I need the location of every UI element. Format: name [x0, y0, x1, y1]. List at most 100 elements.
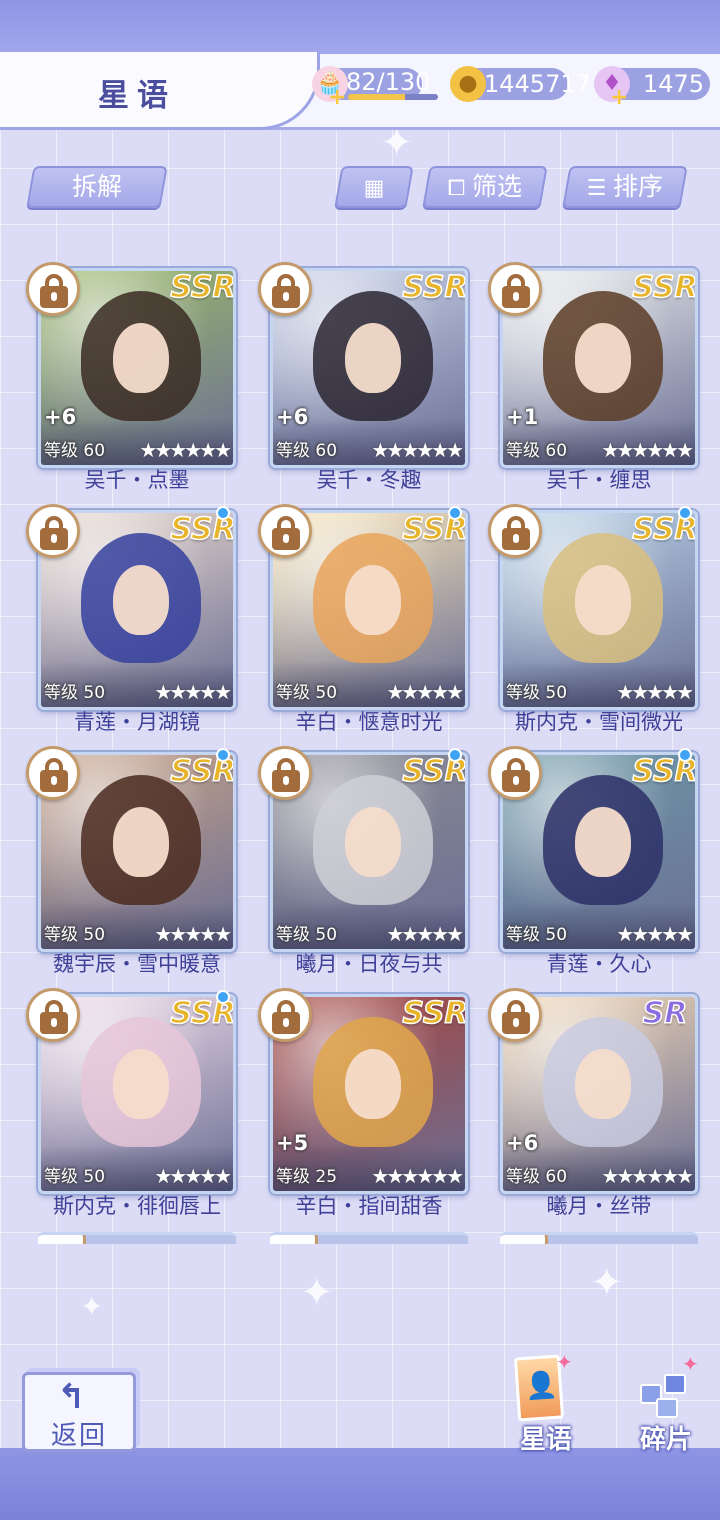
filter-label: 筛选 — [471, 172, 522, 201]
sparkle-decoration: ✦ — [590, 1260, 624, 1306]
plus-icon: + — [610, 85, 629, 110]
lock-icon[interactable] — [26, 262, 80, 316]
lock-icon — [270, 1235, 318, 1244]
stamina-counter[interactable]: 🧁 + 82/130 — [312, 66, 438, 110]
rarity-badge: SR — [642, 996, 688, 1031]
star-rating: ★★★★★ — [154, 1164, 232, 1188]
sparkle-decoration: ✦ — [80, 1290, 104, 1323]
coin-counter: ● 1445717 — [450, 66, 591, 102]
coin-value: 1445717 — [484, 70, 591, 98]
card-name: 吴千・缠思 — [546, 468, 652, 492]
grid-icon: ▦ — [363, 176, 385, 201]
card-level: 等级 50 — [44, 683, 106, 703]
card-level: 等级 60 — [44, 441, 106, 461]
lock-icon[interactable] — [488, 262, 542, 316]
card-name: 辛白・惬意时光 — [295, 710, 443, 734]
grid-view-button[interactable]: ▦ — [334, 166, 414, 208]
sort-label: 排序 — [612, 172, 663, 201]
lock-icon[interactable] — [258, 988, 312, 1042]
sparkle-decoration: ✦ — [300, 1270, 334, 1316]
lock-icon — [500, 1235, 548, 1244]
disassemble-label: 拆解 — [71, 172, 122, 201]
character-face — [575, 565, 631, 635]
card-level: 等级 50 — [44, 1167, 106, 1187]
back-label: 返回 — [50, 1421, 107, 1451]
character-face — [345, 565, 401, 635]
sparkle-icon: ✦ — [556, 1350, 573, 1374]
lock-icon[interactable] — [488, 988, 542, 1042]
lock-icon — [38, 1235, 86, 1244]
new-indicator-dot — [678, 748, 692, 762]
footer — [0, 1448, 720, 1520]
upgrade-level: +5 — [276, 1131, 309, 1155]
new-indicator-dot — [216, 506, 230, 520]
star-rating: ★★★★★★ — [371, 1164, 464, 1188]
card-name: 辛白・指间甜香 — [295, 1194, 443, 1218]
character-face — [575, 807, 631, 877]
character-face — [345, 1049, 401, 1119]
sort-button[interactable]: ☰ 排序 — [562, 166, 688, 208]
rarity-badge: SSR — [632, 270, 698, 305]
diamond-counter[interactable]: ♦ + 1475 — [594, 66, 710, 110]
upgrade-level: +6 — [506, 1131, 539, 1155]
card-name: 曦月・日夜与共 — [295, 952, 443, 976]
character-face — [345, 323, 401, 393]
card-name: 青莲・久心 — [546, 952, 652, 976]
card-partial[interactable] — [270, 1232, 468, 1244]
card-level: 等级 50 — [276, 683, 338, 703]
card-level: 等级 25 — [276, 1167, 338, 1187]
upgrade-level: +1 — [506, 405, 539, 429]
card-level: 等级 60 — [506, 1167, 568, 1187]
lock-icon[interactable] — [26, 746, 80, 800]
new-indicator-dot — [448, 748, 462, 762]
nav-fragments[interactable]: ✦ 碎片 — [626, 1352, 706, 1456]
card-name: 斯内克・雪间微光 — [515, 710, 683, 734]
disassemble-button[interactable]: 拆解 — [26, 166, 168, 208]
card-name: 青莲・月湖镜 — [74, 710, 200, 734]
diamond-value: 1475 — [642, 70, 704, 98]
plus-icon: + — [328, 85, 347, 110]
nav-cards[interactable]: ✦ 星语 — [506, 1350, 586, 1456]
lock-icon[interactable] — [26, 988, 80, 1042]
nav-fragments-label: 碎片 — [639, 1425, 692, 1455]
star-rating: ★★★★★★ — [601, 438, 694, 462]
rarity-badge: SSR — [170, 270, 236, 305]
puzzle-icon — [636, 1370, 692, 1420]
sparkle-icon: ✦ — [682, 1352, 699, 1376]
rarity-badge: SSR — [402, 270, 468, 305]
new-indicator-dot — [448, 506, 462, 520]
back-button[interactable]: ↰ 返回 — [22, 1372, 136, 1452]
lock-icon[interactable] — [488, 746, 542, 800]
stamina-bar — [348, 94, 438, 100]
new-indicator-dot — [216, 990, 230, 1004]
card-partial[interactable] — [500, 1232, 698, 1244]
coin-icon: ● — [450, 66, 486, 102]
character-face — [113, 1049, 169, 1119]
lock-icon[interactable] — [488, 504, 542, 558]
new-indicator-dot — [678, 506, 692, 520]
new-indicator-dot — [216, 748, 230, 762]
card-name: 吴千・点墨 — [84, 468, 190, 492]
star-rating: ★★★★★★ — [601, 1164, 694, 1188]
upgrade-level: +6 — [44, 405, 77, 429]
lock-icon[interactable] — [258, 504, 312, 558]
back-arrow-icon: ↰ — [57, 1377, 86, 1417]
lock-icon[interactable] — [258, 746, 312, 800]
page-title: 星语 — [98, 78, 176, 114]
character-face — [575, 1049, 631, 1119]
star-rating: ★★★★★ — [386, 680, 464, 704]
rarity-badge: SSR — [402, 996, 468, 1031]
card-name: 斯内克・徘徊唇上 — [53, 1194, 221, 1218]
character-face — [113, 565, 169, 635]
card-partial[interactable] — [38, 1232, 236, 1244]
card-level: 等级 50 — [506, 683, 568, 703]
stamina-bar-fill — [348, 94, 405, 100]
filter-button[interactable]: ⧠ 筛选 — [422, 166, 548, 208]
star-rating: ★★★★★ — [154, 680, 232, 704]
card-level: 等级 50 — [506, 925, 568, 945]
character-face — [113, 807, 169, 877]
card-level: 等级 50 — [276, 925, 338, 945]
lock-icon[interactable] — [26, 504, 80, 558]
lock-icon[interactable] — [258, 262, 312, 316]
card-name: 魏宇辰・雪中暖意 — [53, 952, 221, 976]
